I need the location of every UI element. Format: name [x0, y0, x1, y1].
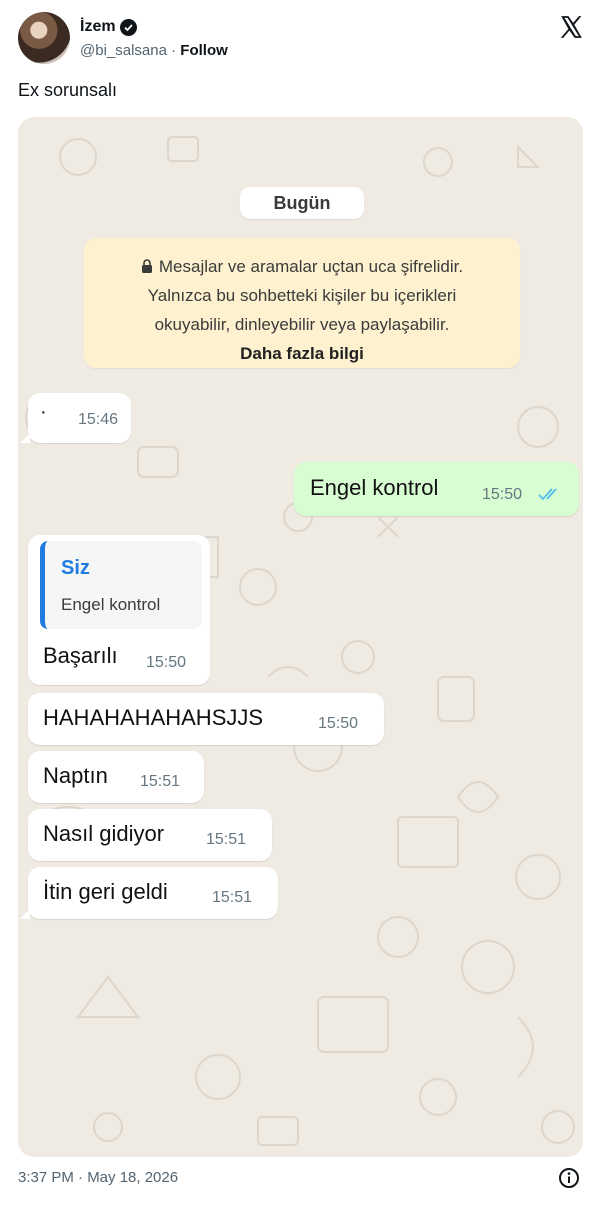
message-bubble-reply[interactable]: Siz Engel kontrol Başarılı 15:50 — [28, 535, 210, 685]
quoted-message[interactable]: Siz Engel kontrol — [40, 541, 202, 629]
message-bubble-incoming[interactable]: İtin geri geldi 15:51 — [20, 867, 278, 919]
encryption-line-3: okuyabilir, dinleyebilir veya paylaşabil… — [154, 315, 450, 334]
message-text: Engel kontrol — [310, 475, 439, 500]
message-time: 15:50 — [146, 654, 187, 671]
message-time: 15:46 — [78, 411, 119, 428]
tweet-header: İzem @bi_salsana · Follow — [18, 12, 584, 68]
message-time: 15:51 — [140, 773, 181, 790]
message-time: 15:51 — [212, 889, 253, 906]
message-text: · — [40, 401, 47, 423]
handle-row: @bi_salsana · Follow — [80, 42, 228, 59]
date-divider: Bugün — [240, 187, 364, 219]
x-logo-icon[interactable] — [558, 14, 584, 40]
quoted-author: Siz — [61, 557, 90, 579]
encryption-line-1: Mesajlar ve aramalar uçtan uca şifrelidi… — [96, 252, 508, 281]
message-text: İtin geri geldi — [43, 879, 168, 904]
encryption-text-1: Mesajlar ve aramalar uçtan uca şifrelidi… — [158, 257, 464, 276]
message-text: Naptın — [43, 763, 108, 788]
lock-icon — [141, 259, 152, 273]
message-time: 15:50 — [318, 715, 359, 732]
tweet-timestamp[interactable]: 3:37 PM · May 18, 2026 — [18, 1169, 178, 1186]
message-bubble-incoming[interactable]: HAHAHAHAHAHSJJS 15:50 — [28, 693, 384, 745]
encryption-line-2: Yalnızca bu sohbetteki kişiler bu içerik… — [147, 286, 457, 305]
avatar[interactable] — [18, 12, 70, 64]
message-bubble-incoming[interactable]: · 15:46 — [20, 393, 131, 443]
message-time: 15:50 — [482, 486, 523, 503]
quoted-text: Engel kontrol — [61, 595, 161, 614]
message-bubble-incoming[interactable]: Nasıl gidiyor 15:51 — [28, 809, 272, 861]
chat-screenshot: Bugün Mesajlar ve aramalar uçtan uca şif… — [18, 117, 583, 1157]
verified-badge-icon — [119, 18, 137, 36]
read-receipt-icon — [538, 488, 557, 501]
message-text: Başarılı — [43, 643, 118, 668]
message-text: HAHAHAHAHAHSJJS — [43, 705, 264, 730]
message-bubble-incoming[interactable]: Naptın 15:51 — [28, 751, 204, 803]
message-time: 15:51 — [206, 831, 247, 848]
author-handle[interactable]: @bi_salsana — [80, 42, 167, 59]
encryption-notice[interactable]: Mesajlar ve aramalar uçtan uca şifrelidi… — [84, 238, 520, 368]
message-bubble-outgoing[interactable]: Engel kontrol 15:50 — [294, 462, 579, 516]
author-name[interactable]: İzem — [80, 18, 116, 36]
learn-more-link[interactable]: Daha fazla bilgi — [96, 339, 508, 368]
follow-button[interactable]: Follow — [180, 42, 228, 59]
separator-dot: · — [171, 42, 177, 59]
info-icon[interactable] — [558, 1167, 580, 1189]
tweet-text: Ex sorunsalı — [18, 80, 118, 100]
message-text: Nasıl gidiyor — [43, 821, 165, 846]
author-row: İzem — [80, 18, 137, 36]
